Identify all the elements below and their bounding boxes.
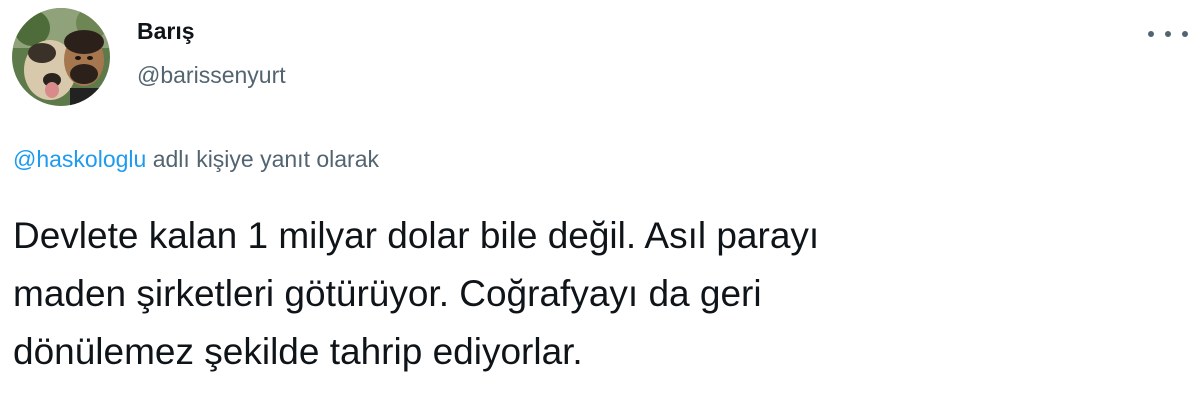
more-dot — [1148, 31, 1154, 37]
avatar[interactable] — [12, 8, 110, 106]
reply-context: @haskologlu adlı kişiye yanıt olarak — [13, 146, 379, 173]
tweet-card: Barış @barissenyurt @haskologlu adlı kiş… — [0, 0, 1200, 405]
more-dot — [1182, 31, 1188, 37]
reply-suffix: adlı kişiye yanıt olarak — [152, 146, 379, 172]
avatar-image — [12, 8, 110, 106]
display-name[interactable]: Barış — [137, 18, 195, 45]
tweet-text-line: Devlete kalan 1 milyar dolar bile değil.… — [13, 215, 820, 256]
tweet-text: Devlete kalan 1 milyar dolar bile değil.… — [13, 207, 1113, 381]
more-dot — [1165, 31, 1171, 37]
more-options-icon[interactable] — [1148, 22, 1188, 46]
tweet-text-line: maden şirketleri götürüyor. Coğrafyayı d… — [13, 273, 762, 314]
user-handle[interactable]: @barissenyurt — [137, 62, 286, 89]
tweet-text-line: dönülemez şekilde tahrip ediyorlar. — [13, 331, 583, 372]
reply-mention-link[interactable]: @haskologlu — [13, 146, 146, 172]
